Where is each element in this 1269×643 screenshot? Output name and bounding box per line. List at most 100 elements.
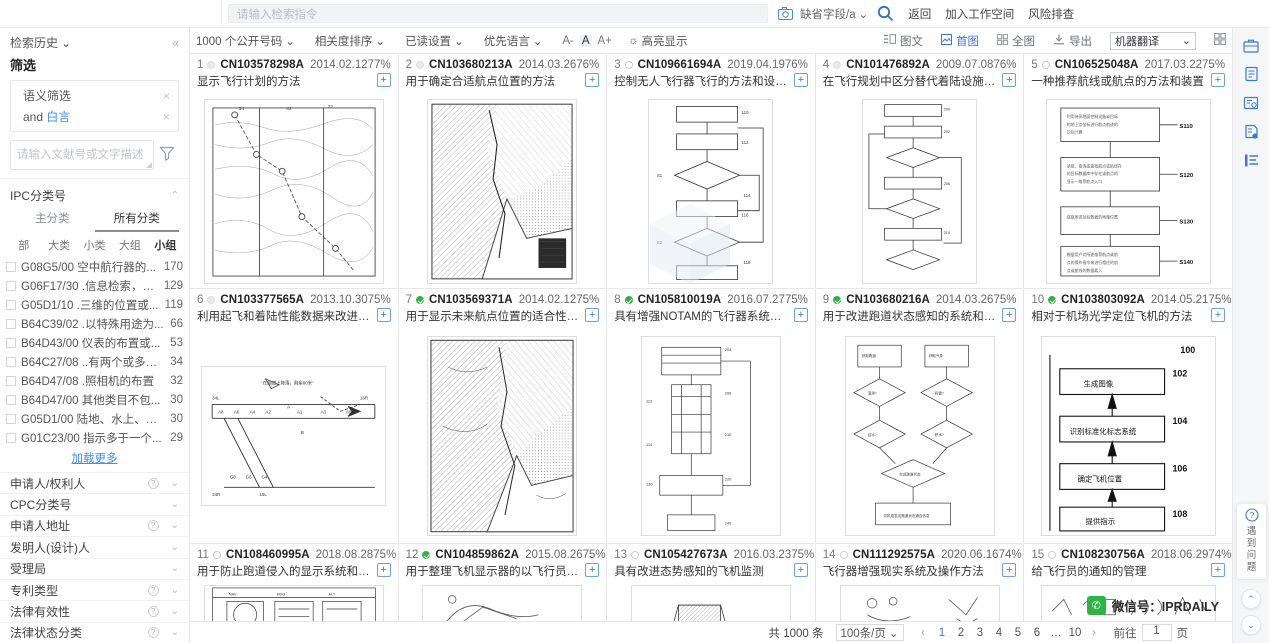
- add-to-workspace-button[interactable]: +: [1210, 563, 1225, 577]
- patent-title[interactable]: 显示飞行计划的方法: [197, 73, 371, 89]
- view-mode-text[interactable]: 图文: [884, 33, 923, 49]
- list-item[interactable]: B64C39/02 .以特殊用途为... 66: [6, 314, 183, 333]
- ipc-level-section[interactable]: 部: [6, 237, 41, 253]
- patent-number[interactable]: CN108230756A: [1061, 549, 1145, 561]
- result-card[interactable]: 4 CN101476892A 2009.07.08 76% 在飞行规划中区分替代…: [815, 54, 1025, 288]
- collapse-sidebar-button[interactable]: «: [172, 36, 179, 50]
- ipc-level-class[interactable]: 大类: [41, 237, 76, 253]
- search-input[interactable]: 请输入检索指令: [228, 4, 768, 23]
- link-risk-check[interactable]: 风险排查: [1028, 6, 1074, 22]
- checkbox[interactable]: [6, 299, 16, 310]
- close-icon[interactable]: ×: [163, 89, 170, 103]
- read-status-icon[interactable]: [207, 296, 216, 304]
- translate-select[interactable]: 机器翻译 ⌄: [1110, 31, 1196, 50]
- patent-figure[interactable]: [406, 94, 600, 288]
- result-card[interactable]: 10 CN103803092A 2014.05.21 75% 相对于机场光学定位…: [1024, 289, 1232, 543]
- add-to-workspace-button[interactable]: +: [376, 73, 391, 87]
- link-add-workspace[interactable]: 加入工作空间: [945, 6, 1014, 22]
- read-status-icon[interactable]: [624, 296, 633, 304]
- scroll-down-icon[interactable]: ⌄: [1241, 615, 1261, 635]
- checkbox[interactable]: [6, 318, 16, 329]
- patent-figure[interactable]: [614, 584, 808, 621]
- list-item[interactable]: B64D47/00 其他类目不包... 30: [6, 390, 183, 409]
- page-size-select[interactable]: 100条/页 ⌄: [835, 624, 904, 641]
- checkbox[interactable]: [6, 356, 16, 367]
- help-icon[interactable]: ?: [147, 477, 159, 489]
- checkbox[interactable]: [6, 375, 16, 386]
- patent-number[interactable]: CN103680216A: [846, 294, 930, 306]
- help-feedback-button[interactable]: ? 遇 到 问 题: [1237, 504, 1266, 579]
- patent-title[interactable]: 利用起飞和着陆性能数据来改进跑道...: [197, 308, 371, 324]
- patent-figure[interactable]: NAV HDG ALT: [197, 584, 391, 621]
- condition-label[interactable]: 白言: [46, 110, 70, 124]
- patent-title[interactable]: 在飞行规划中区分替代着陆设施的优...: [823, 73, 997, 89]
- add-to-workspace-button[interactable]: +: [793, 563, 808, 577]
- read-status-icon[interactable]: [416, 61, 424, 69]
- patent-number[interactable]: CN103578298A: [220, 59, 304, 71]
- page-number-10[interactable]: 10: [1066, 627, 1085, 639]
- patent-title[interactable]: 用于显示未来航点位置的适合性的方法: [406, 308, 580, 324]
- ipc-tab-all[interactable]: 所有分类: [94, 210, 179, 232]
- read-status-icon[interactable]: [422, 551, 431, 559]
- ipc-section-header[interactable]: IPC分类号 ⌃: [0, 178, 189, 210]
- list-item[interactable]: G01C23/00 指示多于一个... 29: [6, 428, 183, 447]
- search-history-toggle[interactable]: 检索历史 ⌄: [10, 34, 71, 51]
- checkbox[interactable]: [6, 337, 16, 348]
- add-to-workspace-button[interactable]: +: [1002, 308, 1017, 322]
- font-smaller-button[interactable]: A-: [562, 35, 574, 47]
- sort-dropdown[interactable]: 相关度排序 ⌄: [315, 33, 385, 49]
- result-card[interactable]: 7 CN103569371A 2014.02.12 75% 用于显示未来航点位置…: [398, 289, 608, 543]
- read-status-icon[interactable]: [833, 296, 842, 304]
- read-status-icon[interactable]: [207, 61, 216, 69]
- sidebar-item-patent-type[interactable]: 专利类型 ? ⌄: [0, 578, 189, 600]
- page-number-4[interactable]: 4: [990, 627, 1009, 639]
- patent-title[interactable]: 一种推荐航线或航点的方法和装置: [1031, 73, 1205, 89]
- scroll-up-icon[interactable]: ⌃: [1241, 589, 1261, 609]
- add-to-workspace-button[interactable]: +: [376, 563, 391, 577]
- patent-title[interactable]: 控制无人飞行器飞行的方法和设备、...: [614, 73, 788, 89]
- patent-number[interactable]: CN103569371A: [429, 294, 513, 306]
- sidebar-item-inventor[interactable]: 发明人(设计)人 ⌄: [0, 536, 189, 557]
- patent-number[interactable]: CN111292575A: [853, 549, 935, 561]
- add-to-workspace-button[interactable]: +: [1002, 73, 1017, 87]
- page-number-1[interactable]: 1: [933, 627, 952, 639]
- add-to-workspace-button[interactable]: +: [793, 308, 808, 322]
- patent-number[interactable]: CN104859862A: [435, 549, 519, 561]
- patent-number[interactable]: CN103377565A: [220, 294, 304, 306]
- patent-title[interactable]: 用于确定合适航点位置的方法: [406, 73, 580, 89]
- sidebar-item-office[interactable]: 受理局 ⌄: [0, 557, 189, 579]
- patent-number[interactable]: CN103803092A: [1061, 294, 1145, 306]
- checkbox[interactable]: [6, 261, 16, 272]
- patent-number[interactable]: CN103680213A: [429, 59, 513, 71]
- add-to-workspace-button[interactable]: +: [585, 73, 600, 87]
- outline-icon[interactable]: [1244, 153, 1259, 168]
- page-number-5[interactable]: 5: [1009, 627, 1028, 639]
- add-to-workspace-button[interactable]: +: [1210, 308, 1225, 322]
- add-to-workspace-button[interactable]: +: [1210, 73, 1225, 87]
- help-icon[interactable]: ?: [147, 584, 159, 596]
- load-more-button[interactable]: 加载更多: [6, 447, 183, 472]
- add-to-workspace-button[interactable]: +: [1002, 563, 1017, 577]
- sidebar-item-legal-status[interactable]: 法律状态分类 ? ⌄: [0, 621, 189, 643]
- page-number-2[interactable]: 2: [952, 627, 971, 639]
- filter-textarea[interactable]: 请输入文献号或文字描述: [10, 140, 154, 170]
- patent-figure[interactable]: 34 42 22: [197, 94, 391, 288]
- result-card[interactable]: 1 CN103578298A 2014.02.12 77% 显示飞行计划的方法 …: [190, 54, 399, 288]
- patent-number[interactable]: CN105810019A: [638, 294, 722, 306]
- result-card[interactable]: 14 CN111292575A 2020.06.16 74% 飞行器增强现实系统…: [815, 544, 1025, 621]
- result-card[interactable]: 5 CN106525048A 2017.03.22 75% 一种推荐航线或航点的…: [1024, 54, 1232, 288]
- list-item[interactable]: B64D43/00 仪表的布置或... 53: [6, 333, 183, 352]
- public-number-dropdown[interactable]: 1000 个公开号码 ⌄: [196, 33, 295, 49]
- patent-number[interactable]: CN109661694A: [638, 59, 722, 71]
- ipc-level-subclass[interactable]: 小类: [77, 237, 112, 253]
- layout-grid-icon[interactable]: [1213, 32, 1227, 48]
- patent-title[interactable]: 具有增强NOTAM的飞行器系统和方法: [614, 308, 788, 324]
- read-settings-dropdown[interactable]: 已读设置 ⌄: [405, 33, 464, 49]
- checkbox[interactable]: [6, 413, 16, 424]
- patent-figure[interactable]: 200 202 206 210: [823, 94, 1017, 288]
- patent-figure[interactable]: 100 102 104 106 108 生成图像 识别标准化标志系统 确定飞机位置 …: [1031, 329, 1225, 543]
- add-to-workspace-button[interactable]: +: [376, 308, 391, 322]
- result-card[interactable]: 12 CN104859862A 2015.08.26 75% 用于整理飞机显示器…: [398, 544, 608, 621]
- read-status-icon[interactable]: [630, 551, 639, 559]
- patent-title[interactable]: 用于改进跑道状态感知的系统和方法: [823, 308, 997, 324]
